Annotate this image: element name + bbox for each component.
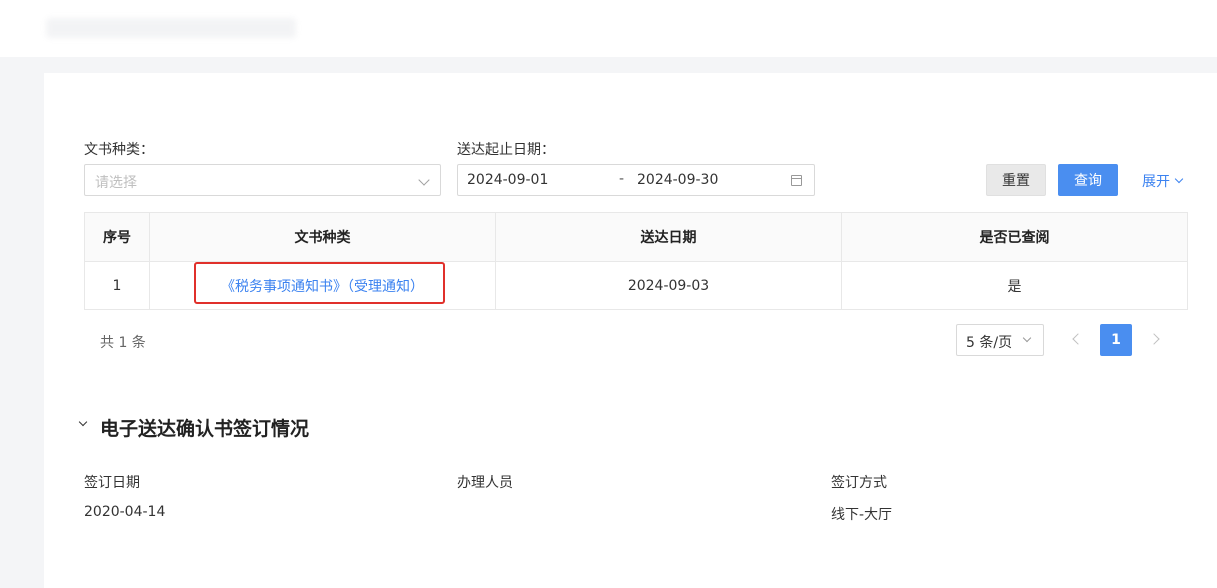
table-row: 1 《税务事项通知书》（受理通知） 2024-09-03 是 bbox=[85, 261, 1187, 309]
reset-button[interactable]: 重置 bbox=[986, 164, 1046, 196]
blurred-header-content bbox=[46, 18, 296, 38]
doc-type-placeholder: 请选择 bbox=[95, 175, 137, 191]
doc-type-link[interactable]: 《税务事项通知书》（受理通知） bbox=[221, 276, 424, 296]
date-end-input[interactable]: 2024-09-30 bbox=[637, 172, 718, 188]
header-viewed: 是否已查阅 bbox=[979, 230, 1050, 246]
calendar-icon bbox=[791, 175, 802, 186]
cell-doc-type: 《税务事项通知书》（受理通知） bbox=[150, 262, 496, 309]
date-range-picker[interactable]: 2024-09-01 - 2024-09-30 bbox=[457, 164, 815, 196]
page-number-current[interactable]: 1 bbox=[1100, 324, 1132, 356]
chevron-down-icon bbox=[418, 174, 430, 186]
field-label-sign-method: 签订方式 bbox=[831, 475, 887, 491]
chevron-down-icon bbox=[1174, 174, 1184, 184]
doc-type-label: 文书种类： bbox=[84, 142, 154, 158]
field-value-sign-method: 线下-大厅 bbox=[831, 507, 893, 523]
date-separator: - bbox=[619, 171, 625, 187]
doc-type-select[interactable]: 请选择 bbox=[84, 164, 441, 196]
field-label-sign-date: 签订日期 bbox=[84, 475, 140, 491]
page-size-select[interactable]: 5 条/页 bbox=[956, 324, 1044, 356]
cell-index: 1 bbox=[85, 262, 150, 309]
documents-table: 序号 文书种类 送达日期 是否已查阅 1 《税务事项通知书》（受理通知） 202… bbox=[84, 212, 1188, 310]
table-header-row: 序号 文书种类 送达日期 是否已查阅 bbox=[85, 213, 1187, 261]
query-button[interactable]: 查询 bbox=[1058, 164, 1118, 196]
page-size-value: 5 条/页 bbox=[966, 335, 1013, 351]
cell-viewed: 是 bbox=[1007, 278, 1022, 295]
chevron-down-icon bbox=[1022, 333, 1032, 343]
expand-label: 展开 bbox=[1142, 174, 1170, 190]
cell-delivery-date: 2024-09-03 bbox=[496, 262, 842, 309]
header-doc-type: 文书种类 bbox=[150, 213, 496, 261]
header-delivery-date: 送达日期 bbox=[496, 213, 842, 261]
section-title: 电子送达确认书签订情况 bbox=[100, 418, 310, 440]
field-value-sign-date: 2020-04-14 bbox=[84, 504, 166, 520]
field-label-handler: 办理人员 bbox=[457, 475, 513, 491]
expand-toggle[interactable]: 展开 bbox=[1142, 171, 1184, 191]
total-count: 共 1 条 bbox=[100, 335, 146, 351]
header-index: 序号 bbox=[85, 213, 150, 261]
date-start-input[interactable]: 2024-09-01 bbox=[467, 172, 548, 188]
date-range-label: 送达起止日期： bbox=[457, 142, 555, 158]
top-header-bar bbox=[0, 0, 1217, 57]
